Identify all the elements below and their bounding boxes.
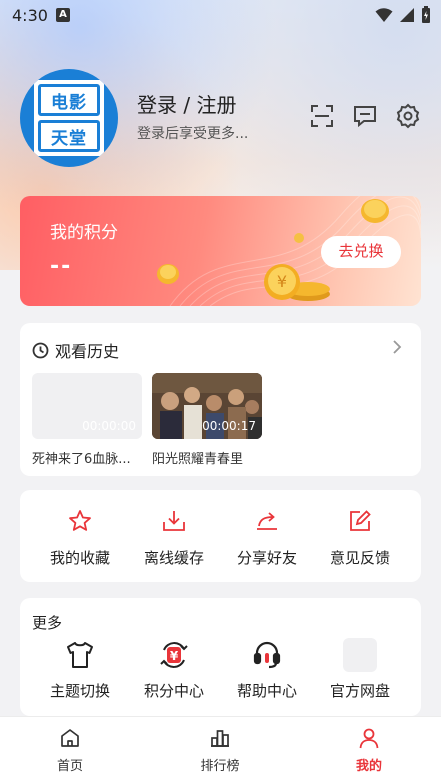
battery-icon [422,6,430,23]
bottom-navigation: 首页 排行榜 我的 [0,716,441,784]
history-thumbnail[interactable]: 00:00:17 [152,373,262,439]
points-card[interactable]: ¥ 我的积分 -- 去兑换 [20,196,421,306]
avatar[interactable]: 电影 天堂 [20,69,118,167]
nav-home-label: 首页 [56,759,83,774]
home-icon [61,729,79,747]
nav-ranking-label: 排行榜 [200,759,240,774]
official-cloud-drive-button[interactable]: 官方网盘 [310,638,410,701]
nav-home[interactable]: 首页 [20,727,120,774]
history-thumbnail[interactable]: 00:00:00 [32,373,142,439]
watch-history-title: 观看历史 [55,342,120,361]
login-subtitle: 登录后享受更多... [137,126,249,142]
theme-switch-button[interactable]: 主题切换 [30,638,130,701]
watch-history-card: 观看历史 00:00:00 死神来了6血脉... 00:00:17 阳光照耀青春… [20,323,421,476]
feedback-button[interactable]: 意见反馈 [310,508,410,568]
status-time: 4:30 [12,6,48,25]
history-duration: 00:00:00 [82,419,136,433]
more-card: 更多 主题切换 ¥ 积分中心 帮助中心 官方网盘 [20,598,421,716]
tshirt-icon [67,642,93,668]
notification-icon: A [56,8,70,22]
status-icons [375,6,431,24]
theme-switch-label: 主题切换 [49,682,110,700]
history-item-title[interactable]: 死神来了6血脉... [32,448,144,467]
cloud-drive-icon [343,638,377,672]
clock-icon [32,342,49,358]
help-center-label: 帮助中心 [236,682,297,700]
favorites-button[interactable]: 我的收藏 [30,508,130,568]
history-duration: 00:00:17 [202,419,256,433]
message-icon[interactable] [352,103,378,129]
offline-cache-button[interactable]: 离线缓存 [124,508,224,568]
header-actions [309,103,421,129]
ranking-icon [211,730,229,747]
svg-text:¥: ¥ [170,649,179,663]
share-friends-label: 分享好友 [236,549,297,567]
help-center-button[interactable]: 帮助中心 [217,638,317,701]
favorites-label: 我的收藏 [49,549,110,567]
app-logo: 电影 天堂 [34,80,104,156]
nav-mine[interactable]: 我的 [319,727,419,774]
feedback-label: 意见反馈 [329,549,390,567]
star-icon [69,510,91,531]
svg-text:¥: ¥ [277,272,287,291]
headset-icon [253,641,281,669]
status-bar: 4:30 A [0,0,441,30]
points-center-button[interactable]: ¥ 积分中心 [124,638,224,701]
logo-text-bottom: 天堂 [38,120,100,152]
nav-mine-label: 我的 [355,759,382,774]
redeem-button[interactable]: 去兑换 [321,236,401,268]
official-cloud-drive-label: 官方网盘 [329,682,390,700]
login-register-link[interactable]: 登录 / 注册 [137,89,236,118]
history-item-title[interactable]: 阳光照耀青春里 [152,448,264,467]
chevron-right-icon[interactable] [391,339,403,355]
points-title: 我的积分 [50,223,118,243]
settings-icon[interactable] [395,103,421,129]
share-friends-button[interactable]: 分享好友 [217,508,317,568]
logo-text-top: 电影 [38,84,100,116]
wifi-icon [375,8,393,22]
download-icon [163,511,185,531]
offline-cache-label: 离线缓存 [143,549,204,567]
watch-history-header[interactable]: 观看历史 [32,338,119,362]
nav-ranking[interactable]: 排行榜 [170,727,270,774]
yuan-exchange-icon: ¥ [160,642,188,668]
tools-card: 我的收藏 离线缓存 分享好友 意见反馈 [20,490,421,582]
scan-icon[interactable] [309,103,335,129]
points-value: -- [50,254,73,279]
share-icon [257,512,277,530]
signal-icon [400,8,414,22]
feedback-edit-icon [350,510,371,531]
points-center-label: 积分中心 [143,682,204,700]
more-title: 更多 [32,614,63,632]
user-icon [359,728,379,749]
